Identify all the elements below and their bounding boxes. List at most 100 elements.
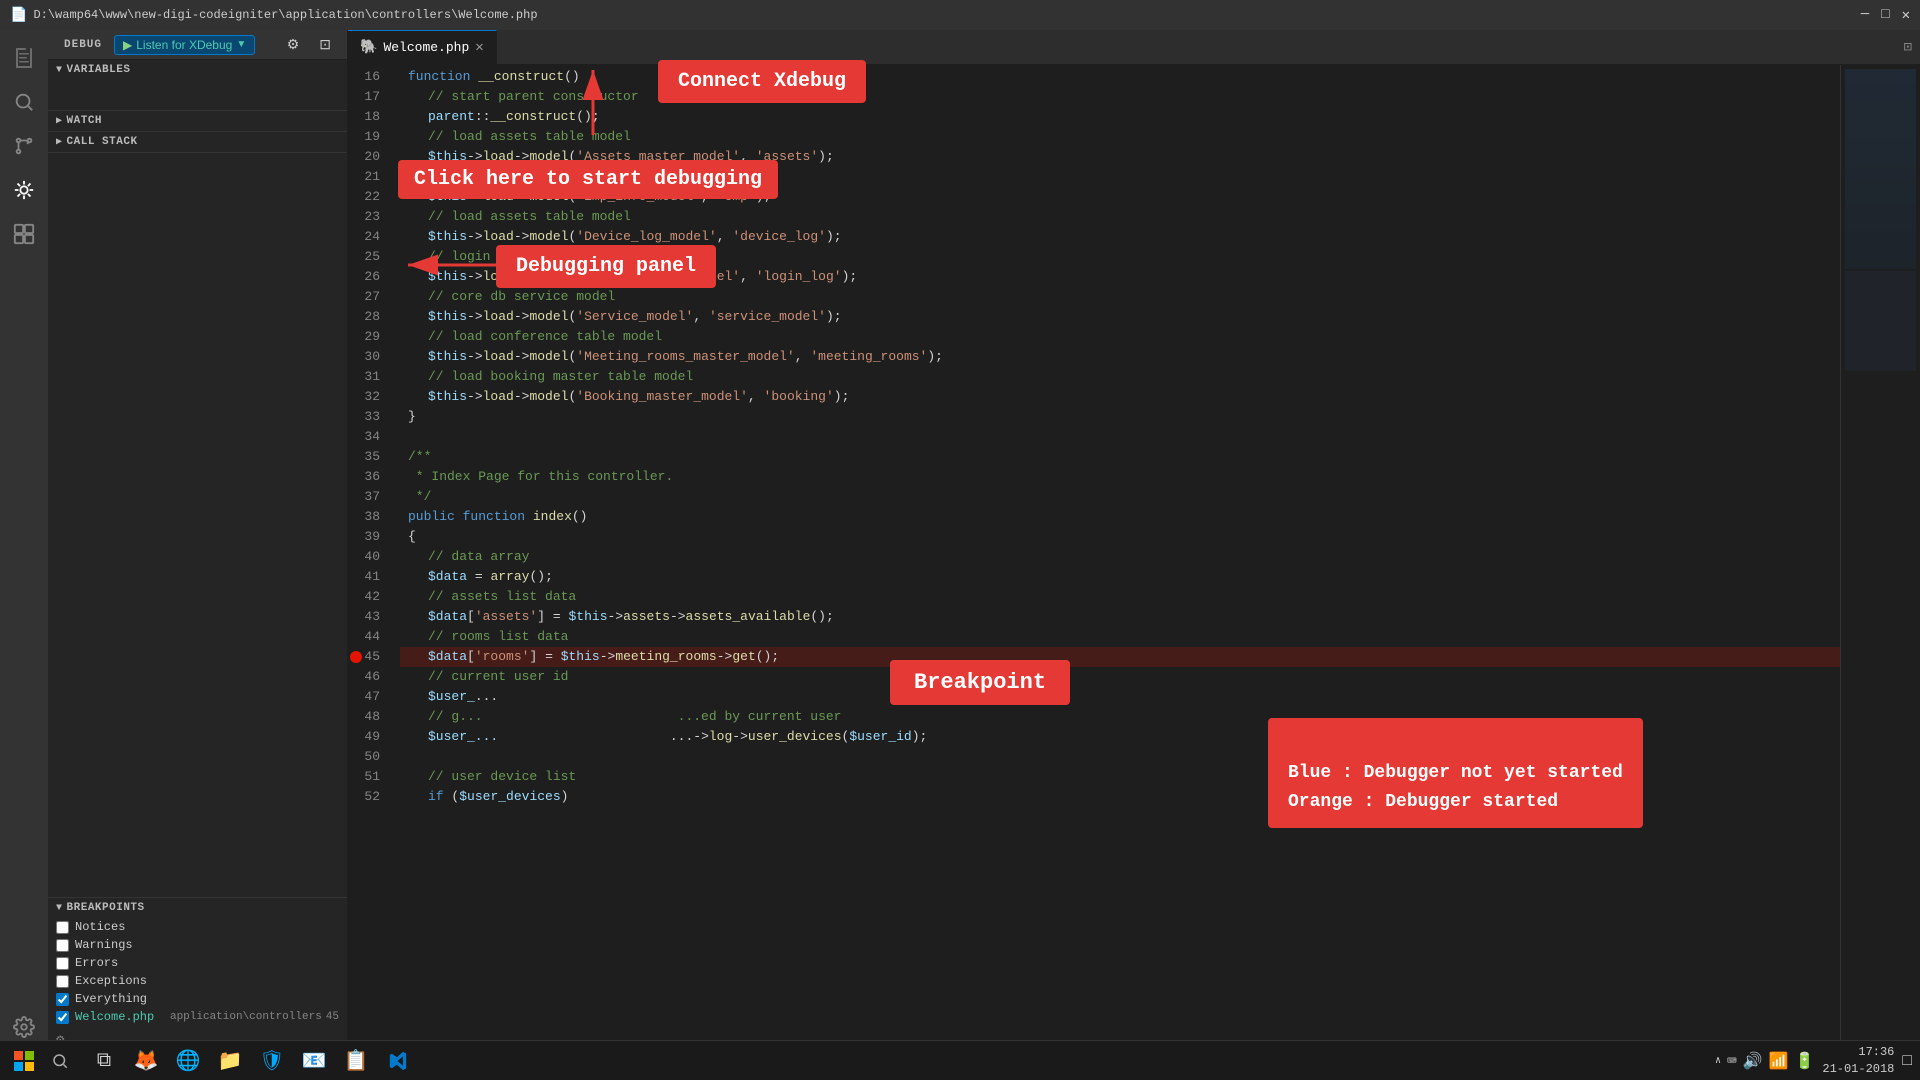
breakpoint-welcome-label: Welcome.php bbox=[75, 1010, 170, 1024]
line-num-24: 24 bbox=[348, 227, 390, 247]
windows-start-button[interactable] bbox=[8, 1045, 40, 1077]
breakpoint-welcome-check[interactable] bbox=[56, 1011, 69, 1024]
tray-chevron[interactable]: ∧ bbox=[1715, 1055, 1721, 1067]
split-editor-icon[interactable]: ⊡ bbox=[1904, 39, 1912, 56]
watch-label: WATCH bbox=[67, 115, 103, 127]
line-num-22: 22 bbox=[348, 187, 390, 207]
line-num-51: 51 bbox=[348, 767, 390, 787]
line-num-30: 30 bbox=[348, 347, 390, 367]
code-line-26: $this->load->model('Login_history_model'… bbox=[400, 267, 1840, 287]
code-line-40: // data array bbox=[400, 547, 1840, 567]
callstack-label: CALL STACK bbox=[67, 136, 138, 148]
taskbar-taskview[interactable]: ⧉ bbox=[84, 1043, 124, 1079]
line-num-42: 42 bbox=[348, 587, 390, 607]
code-line-34 bbox=[400, 427, 1840, 447]
minimize-button[interactable]: ─ bbox=[1861, 7, 1869, 24]
line-num-50: 50 bbox=[348, 747, 390, 767]
code-line-19: // load assets table model bbox=[400, 127, 1840, 147]
maximize-button[interactable]: □ bbox=[1881, 7, 1889, 24]
tray-battery-icon[interactable]: 🔋 bbox=[1794, 1051, 1814, 1071]
taskbar-clipboard[interactable]: 📋 bbox=[336, 1043, 376, 1079]
tray-volume-icon[interactable]: 🔊 bbox=[1743, 1051, 1763, 1071]
breakpoint-welcome-loc: application\controllers bbox=[170, 1011, 322, 1023]
taskbar-explorer[interactable]: 📁 bbox=[210, 1043, 250, 1079]
line-num-17: 17 bbox=[348, 87, 390, 107]
code-line-20: $this->load->model('Assets_master_model'… bbox=[400, 147, 1840, 167]
taskbar-firefox[interactable]: 🦊 bbox=[126, 1043, 166, 1079]
debug-sidebar: DEBUG ▶ Listen for XDebug ▼ ⚙ ⊡ ▼ VARIAB… bbox=[48, 30, 348, 1055]
line-num-31: 31 bbox=[348, 367, 390, 387]
taskbar-vscode[interactable] bbox=[378, 1043, 418, 1079]
taskbar-search-button[interactable] bbox=[44, 1045, 76, 1077]
callstack-arrow-icon: ▶ bbox=[56, 136, 63, 148]
code-line-50 bbox=[400, 747, 1840, 767]
code-line-18: parent::__construct(); bbox=[400, 107, 1840, 127]
watch-section-header[interactable]: ▶ WATCH bbox=[48, 111, 347, 131]
notification-icon[interactable]: □ bbox=[1902, 1052, 1912, 1070]
title-bar-path: D:\wamp64\www\new-digi-codeigniter\appli… bbox=[33, 8, 1860, 22]
tab-welcome-php[interactable]: 🐘 Welcome.php ✕ bbox=[348, 30, 497, 64]
minimap bbox=[1840, 65, 1920, 1055]
callstack-section-header[interactable]: ▶ CALL STACK bbox=[48, 132, 347, 152]
code-line-32: $this->load->model('Booking_master_model… bbox=[400, 387, 1840, 407]
line-num-34: 34 bbox=[348, 427, 390, 447]
line-num-21: 21 bbox=[348, 167, 390, 187]
line-num-40: 40 bbox=[348, 547, 390, 567]
taskbar-edge[interactable]: 🌐 bbox=[168, 1043, 208, 1079]
breakpoint-welcome: Welcome.php application\controllers 45 bbox=[48, 1008, 347, 1026]
listen-xdebug-button[interactable]: ▶ Listen for XDebug ▼ bbox=[114, 35, 255, 55]
code-line-49: $user_... ...->log->user_devices($user_i… bbox=[400, 727, 1840, 747]
variables-section-header[interactable]: ▼ VARIABLES bbox=[48, 60, 347, 80]
breakpoint-errors-check[interactable] bbox=[56, 957, 69, 970]
breakpoint-errors-label: Errors bbox=[75, 956, 339, 970]
code-editor[interactable]: 16 17 18 19 20 21 22 23 24 25 26 27 28 2… bbox=[348, 65, 1920, 1055]
code-content: function __construct() // start parent c… bbox=[400, 65, 1840, 1055]
breakpoint-exceptions-check[interactable] bbox=[56, 975, 69, 988]
breakpoint-everything-check[interactable] bbox=[56, 993, 69, 1006]
minimap-content bbox=[1841, 65, 1920, 375]
settings-gear-button[interactable]: ⚙ bbox=[279, 34, 308, 55]
title-bar-controls[interactable]: ─ □ ✕ bbox=[1861, 7, 1910, 24]
close-button[interactable]: ✕ bbox=[1902, 7, 1910, 24]
code-line-28: $this->load->model('Service_model', 'ser… bbox=[400, 307, 1840, 327]
line-num-25: 25 bbox=[348, 247, 390, 267]
code-line-37: */ bbox=[400, 487, 1840, 507]
activity-git-icon[interactable] bbox=[4, 126, 44, 166]
app-layout: DEBUG ▶ Listen for XDebug ▼ ⚙ ⊡ ▼ VARIAB… bbox=[0, 30, 1920, 1055]
line-num-39: 39 bbox=[348, 527, 390, 547]
line-num-29: 29 bbox=[348, 327, 390, 347]
variables-label: VARIABLES bbox=[67, 64, 131, 76]
line-num-33: 33 bbox=[348, 407, 390, 427]
taskbar-mail[interactable]: 📧 bbox=[294, 1043, 334, 1079]
tab-welcome-label: Welcome.php bbox=[383, 40, 469, 55]
activity-search-icon[interactable] bbox=[4, 82, 44, 122]
line-num-41: 41 bbox=[348, 567, 390, 587]
tray-keyboard-icon[interactable]: ⌨ bbox=[1727, 1051, 1737, 1071]
activity-files-icon[interactable] bbox=[4, 38, 44, 78]
variables-content bbox=[48, 80, 347, 110]
title-bar: 📄 D:\wamp64\www\new-digi-codeigniter\app… bbox=[0, 0, 1920, 30]
tab-close-button[interactable]: ✕ bbox=[475, 39, 483, 56]
watch-section: ▶ WATCH bbox=[48, 111, 347, 132]
variables-arrow-icon: ▼ bbox=[56, 65, 63, 76]
activity-debug-icon[interactable] bbox=[4, 170, 44, 210]
variables-section: ▼ VARIABLES bbox=[48, 60, 347, 111]
taskbar-time[interactable]: 17:36 21-01-2018 bbox=[1822, 1044, 1894, 1078]
breakpoint-everything: Everything bbox=[48, 990, 347, 1008]
line-num-43: 43 bbox=[348, 607, 390, 627]
line-num-35: 35 bbox=[348, 447, 390, 467]
breakpoint-warnings-label: Warnings bbox=[75, 938, 339, 952]
tray-network-icon[interactable]: 📶 bbox=[1769, 1051, 1789, 1071]
breakpoint-notices: Notices bbox=[48, 918, 347, 936]
breakpoints-list: Notices Warnings Errors Exceptions Every… bbox=[48, 918, 347, 1026]
code-line-21: // load assets table model bbox=[400, 167, 1840, 187]
breakpoint-warnings-check[interactable] bbox=[56, 939, 69, 952]
activity-extensions-icon[interactable] bbox=[4, 214, 44, 254]
breakpoints-section-header[interactable]: ▼ BREAKPOINTS bbox=[48, 898, 347, 918]
line-num-23: 23 bbox=[348, 207, 390, 227]
taskbar-shield[interactable]: 🛡 bbox=[252, 1043, 292, 1079]
breakpoint-notices-check[interactable] bbox=[56, 921, 69, 934]
open-panel-button[interactable]: ⊡ bbox=[311, 34, 339, 55]
code-line-30: $this->load->model('Meeting_rooms_master… bbox=[400, 347, 1840, 367]
line-num-19: 19 bbox=[348, 127, 390, 147]
